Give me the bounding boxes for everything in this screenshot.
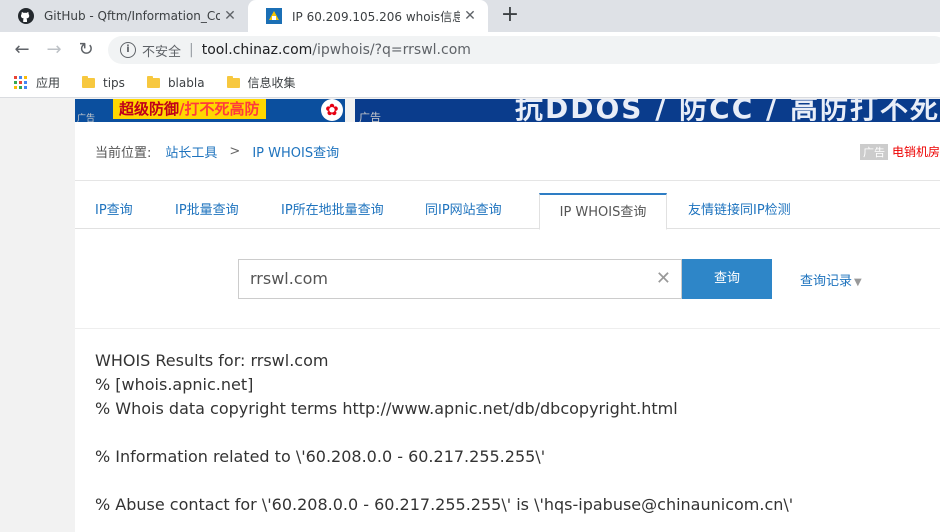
- breadcrumb-label: 当前位置:: [95, 145, 152, 161]
- bookmark-tips[interactable]: tips: [82, 75, 125, 90]
- result-line: [95, 469, 793, 493]
- close-icon[interactable]: ✕: [460, 8, 480, 24]
- bookmark-blabla[interactable]: blabla: [146, 75, 205, 90]
- close-icon[interactable]: ✕: [220, 8, 240, 24]
- forward-arrow-icon[interactable]: →: [42, 38, 66, 62]
- breadcrumb-link-tools[interactable]: 站长工具: [165, 142, 217, 161]
- result-line: % Abuse contact for \'60.208.0.0 - 60.21…: [95, 495, 794, 514]
- browser-tab-chinaz[interactable]: IP 60.209.105.206 whois信息查 ✕: [248, 0, 488, 32]
- chinaz-icon: [266, 8, 282, 24]
- breadcrumb-ad[interactable]: 广告 电销机房: [859, 143, 940, 160]
- divider: [75, 328, 940, 329]
- bookmark-label: tips: [103, 75, 125, 90]
- query-history-dropdown[interactable]: 查询记录 ▼: [800, 270, 862, 289]
- ad-text-a: 超级防御: [119, 100, 180, 118]
- ad-text: 电销机房: [891, 145, 940, 159]
- insecure-label: 不安全: [142, 44, 182, 60]
- address-separator: |: [189, 42, 194, 58]
- reload-icon[interactable]: ↻: [74, 38, 98, 62]
- ad-text-b: /打不死高防: [179, 100, 260, 118]
- ad-banner-right[interactable]: 广告 抗DDOS / 防CC / 高防打不死: [355, 99, 940, 122]
- back-arrow-icon[interactable]: ←: [10, 38, 34, 62]
- tab-ip-location-batch[interactable]: IP所在地批量查询: [281, 193, 384, 229]
- bookmark-apps[interactable]: 应用: [14, 74, 60, 91]
- result-line: [95, 421, 793, 445]
- browser-tab-github[interactable]: GitHub - Qftm/Information_Co ✕: [0, 0, 248, 32]
- folder-icon: [226, 75, 240, 88]
- breadcrumb-link-ipwhois[interactable]: IP WHOIS查询: [252, 142, 339, 161]
- tool-panel: IP查询 IP批量查询 IP所在地批量查询 同IP网站查询 IP WHOIS查询…: [75, 180, 940, 532]
- github-icon: [18, 8, 34, 24]
- folder-icon: [146, 75, 160, 88]
- search-input-value: rrswl.com: [250, 269, 328, 288]
- breadcrumb-separator: >: [229, 143, 241, 159]
- new-tab-icon[interactable]: +: [498, 4, 522, 28]
- tab-ip-query[interactable]: IP查询: [95, 193, 133, 229]
- tab-friendlink-same-ip[interactable]: 友情链接同IP检测: [688, 193, 791, 229]
- bookmark-label: 应用: [36, 76, 61, 90]
- search-button[interactable]: 查询: [682, 259, 772, 299]
- folder-icon: [82, 75, 96, 88]
- result-line: WHOIS Results for: rrswl.com: [95, 351, 329, 370]
- breadcrumb: 当前位置: 站长工具 > IP WHOIS查询 广告 电销机房: [75, 122, 940, 180]
- browser-tab-strip: GitHub - Qftm/Information_Co ✕ IP 60.209…: [0, 0, 940, 32]
- ad-banner-row: 广告 超级防御/打不死高防 ✿ 广告 抗DDOS / 防CC / 高防打不死: [75, 99, 940, 122]
- tool-tabs: IP查询 IP批量查询 IP所在地批量查询 同IP网站查询 IP WHOIS查询…: [75, 193, 940, 230]
- tab-ip-whois[interactable]: IP WHOIS查询: [539, 193, 667, 230]
- ad-text: 超级防御/打不死高防: [113, 99, 266, 119]
- result-line: % [whois.apnic.net]: [95, 375, 254, 394]
- bookmark-info-collect[interactable]: 信息收集: [226, 74, 296, 91]
- address-bar[interactable]: i 不安全 | tool.chinaz.com /ipwhois/?q=rrsw…: [108, 36, 940, 64]
- ad-banner-left[interactable]: 广告 超级防御/打不死高防 ✿: [75, 99, 345, 122]
- search-input[interactable]: rrswl.com ✕: [238, 259, 682, 299]
- result-line: % Information related to \'60.208.0.0 - …: [95, 447, 546, 466]
- tab-ip-batch[interactable]: IP批量查询: [175, 193, 239, 229]
- bookmark-label: 信息收集: [247, 76, 296, 90]
- flower-icon: ✿: [321, 99, 343, 121]
- url-path: /ipwhois/?q=rrswl.com: [312, 42, 471, 58]
- ad-tag: 广告: [859, 143, 888, 160]
- ad-headline: 抗DDOS / 防CC / 高防打不死: [515, 99, 940, 122]
- ad-tag: 广告: [77, 114, 96, 122]
- caret-down-icon: ▼: [854, 277, 862, 288]
- page-content: 广告 超级防御/打不死高防 ✿ 广告 抗DDOS / 防CC / 高防打不死 当…: [0, 99, 940, 532]
- clear-icon[interactable]: ✕: [656, 260, 671, 298]
- browser-tab-title: GitHub - Qftm/Information_Co: [44, 9, 220, 23]
- whois-results: WHOIS Results for: rrswl.com % [whois.ap…: [95, 349, 793, 517]
- browser-toolbar: ← → ↻ i 不安全 | tool.chinaz.com /ipwhois/?…: [0, 32, 940, 68]
- ad-tag: 广告: [359, 111, 381, 122]
- apps-grid-icon: [14, 75, 28, 90]
- search-row: rrswl.com ✕ 查询 查询记录 ▼: [75, 259, 940, 299]
- bookmarks-bar: 应用 tips blabla 信息收集: [0, 68, 940, 98]
- result-line: % Whois data copyright terms http://www.…: [95, 399, 678, 418]
- info-icon[interactable]: i: [120, 42, 136, 58]
- tab-same-ip-sites[interactable]: 同IP网站查询: [425, 193, 502, 229]
- browser-tab-title: IP 60.209.105.206 whois信息查: [292, 9, 460, 24]
- query-history-label: 查询记录: [800, 274, 853, 289]
- bookmark-label: blabla: [167, 75, 205, 90]
- url-host: tool.chinaz.com: [201, 42, 313, 58]
